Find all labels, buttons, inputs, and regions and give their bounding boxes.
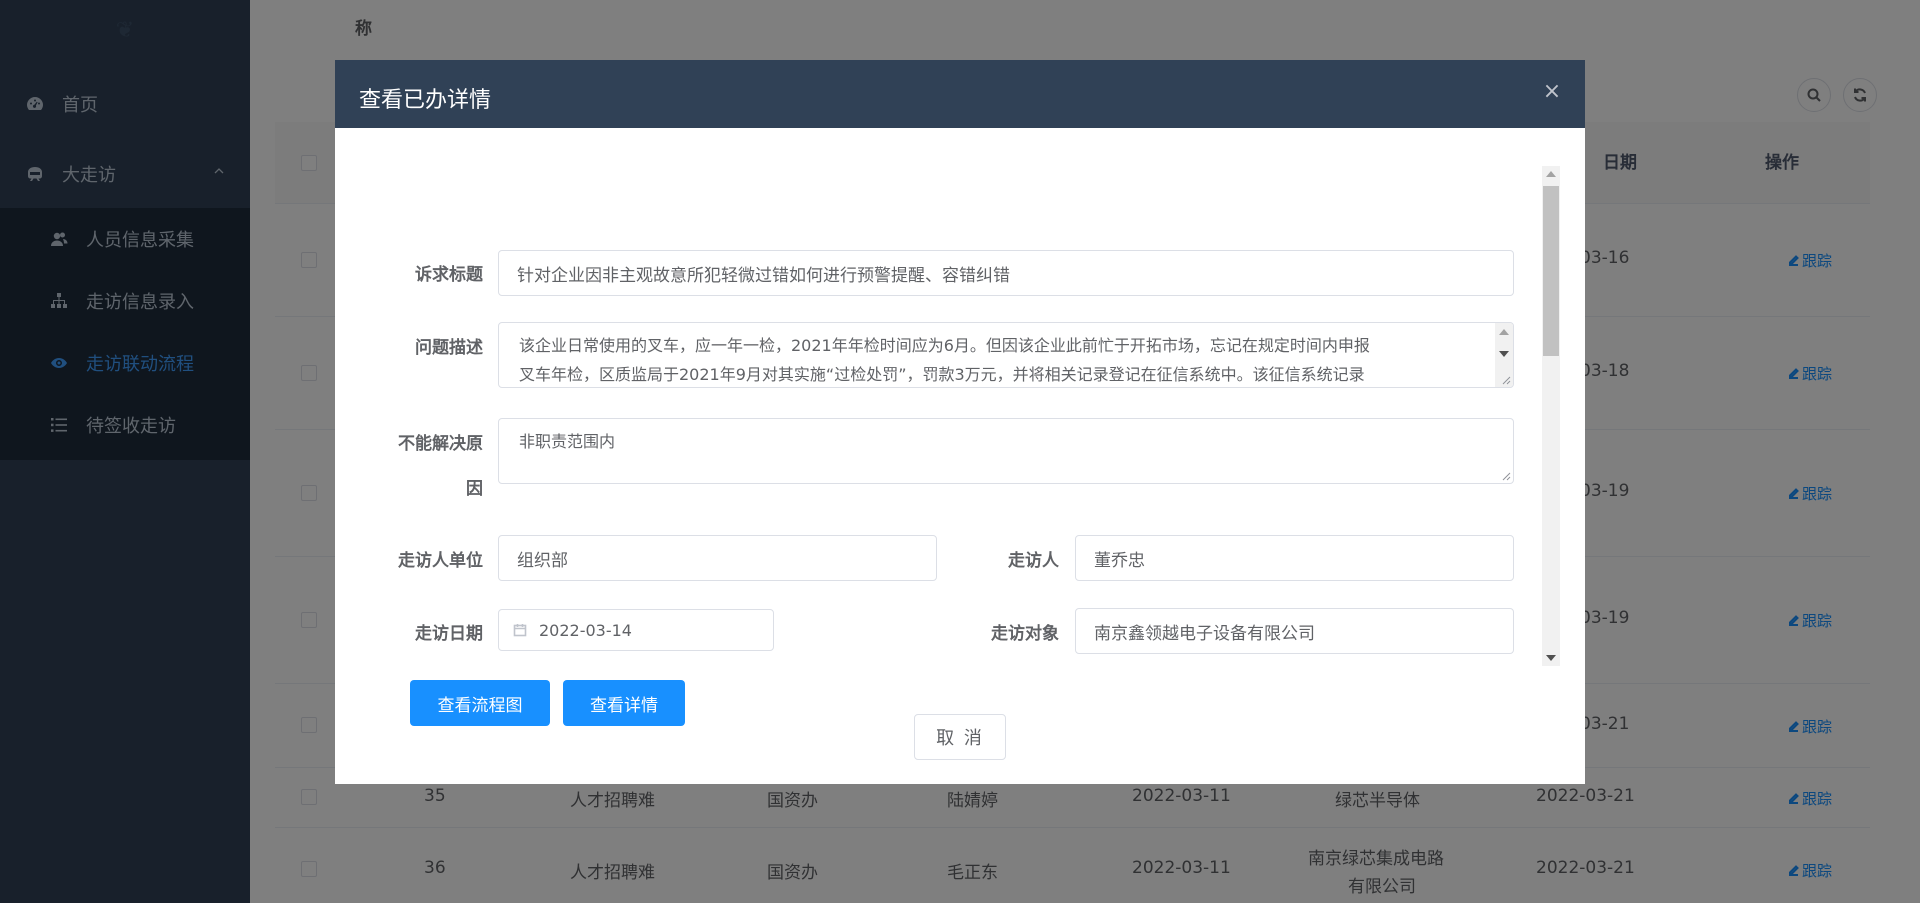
reason-value: 非职责范围内 (519, 432, 616, 451)
detail-dialog: 查看已办详情 × 诉求标题 针对企业因非主观故意所犯轻微过错如何进行预警提醒、容… (335, 60, 1585, 784)
target-label: 走访对象 (991, 624, 1059, 644)
scroll-up-icon (1499, 329, 1509, 335)
scrollbar-thumb[interactable] (1543, 186, 1559, 356)
date-picker[interactable]: 2022-03-14 (498, 609, 774, 651)
view-detail-button[interactable]: 查看详情 (563, 680, 685, 726)
dialog-body: 诉求标题 针对企业因非主观故意所犯轻微过错如何进行预警提醒、容错纠错 问题描述 … (335, 128, 1585, 730)
target-field[interactable]: 南京鑫领越电子设备有限公司 (1075, 608, 1514, 654)
reason-textarea[interactable]: 非职责范围内 (498, 418, 1514, 484)
title-field[interactable]: 针对企业因非主观故意所犯轻微过错如何进行预警提醒、容错纠错 (498, 250, 1514, 296)
unit-label: 走访人单位 (398, 551, 483, 571)
description-line: 叉车年检，区质监局于2021年9月对其实施“过检处罚”，罚款3万元，并将相关记录… (519, 365, 1365, 384)
view-flowchart-button[interactable]: 查看流程图 (410, 680, 550, 726)
calendar-icon (513, 622, 529, 638)
description-line: 该企业日常使用的叉车，应一年一检，2021年年检时间应为6月。但因该企业此前忙于… (519, 336, 1370, 355)
description-label: 问题描述 (415, 338, 483, 358)
scroll-down-icon (1499, 351, 1509, 357)
dialog-scrollbar[interactable] (1542, 166, 1560, 666)
visitor-label: 走访人 (1008, 551, 1059, 571)
date-value: 2022-03-14 (539, 620, 632, 640)
title-label: 诉求标题 (415, 265, 483, 285)
reason-label-line: 不能解决原 (398, 434, 483, 454)
close-icon[interactable]: × (1541, 81, 1563, 104)
dialog-title: 查看已办详情 (359, 88, 492, 113)
resize-handle-icon[interactable] (1501, 375, 1511, 385)
dialog-header: 查看已办详情 × (335, 60, 1585, 128)
scroll-up-icon[interactable] (1542, 166, 1560, 182)
unit-field[interactable]: 组织部 (498, 535, 937, 581)
reason-label-line: 因 (466, 479, 483, 499)
cancel-button[interactable]: 取 消 (914, 714, 1006, 760)
visitor-field[interactable]: 董乔忠 (1075, 535, 1514, 581)
scroll-down-icon[interactable] (1542, 650, 1560, 666)
resize-handle-icon[interactable] (1501, 471, 1511, 481)
date-label: 走访日期 (415, 624, 483, 644)
description-textarea[interactable]: 该企业日常使用的叉车，应一年一检，2021年年检时间应为6月。但因该企业此前忙于… (498, 322, 1514, 388)
reason-label: 不能解决原 因 (383, 429, 483, 499)
